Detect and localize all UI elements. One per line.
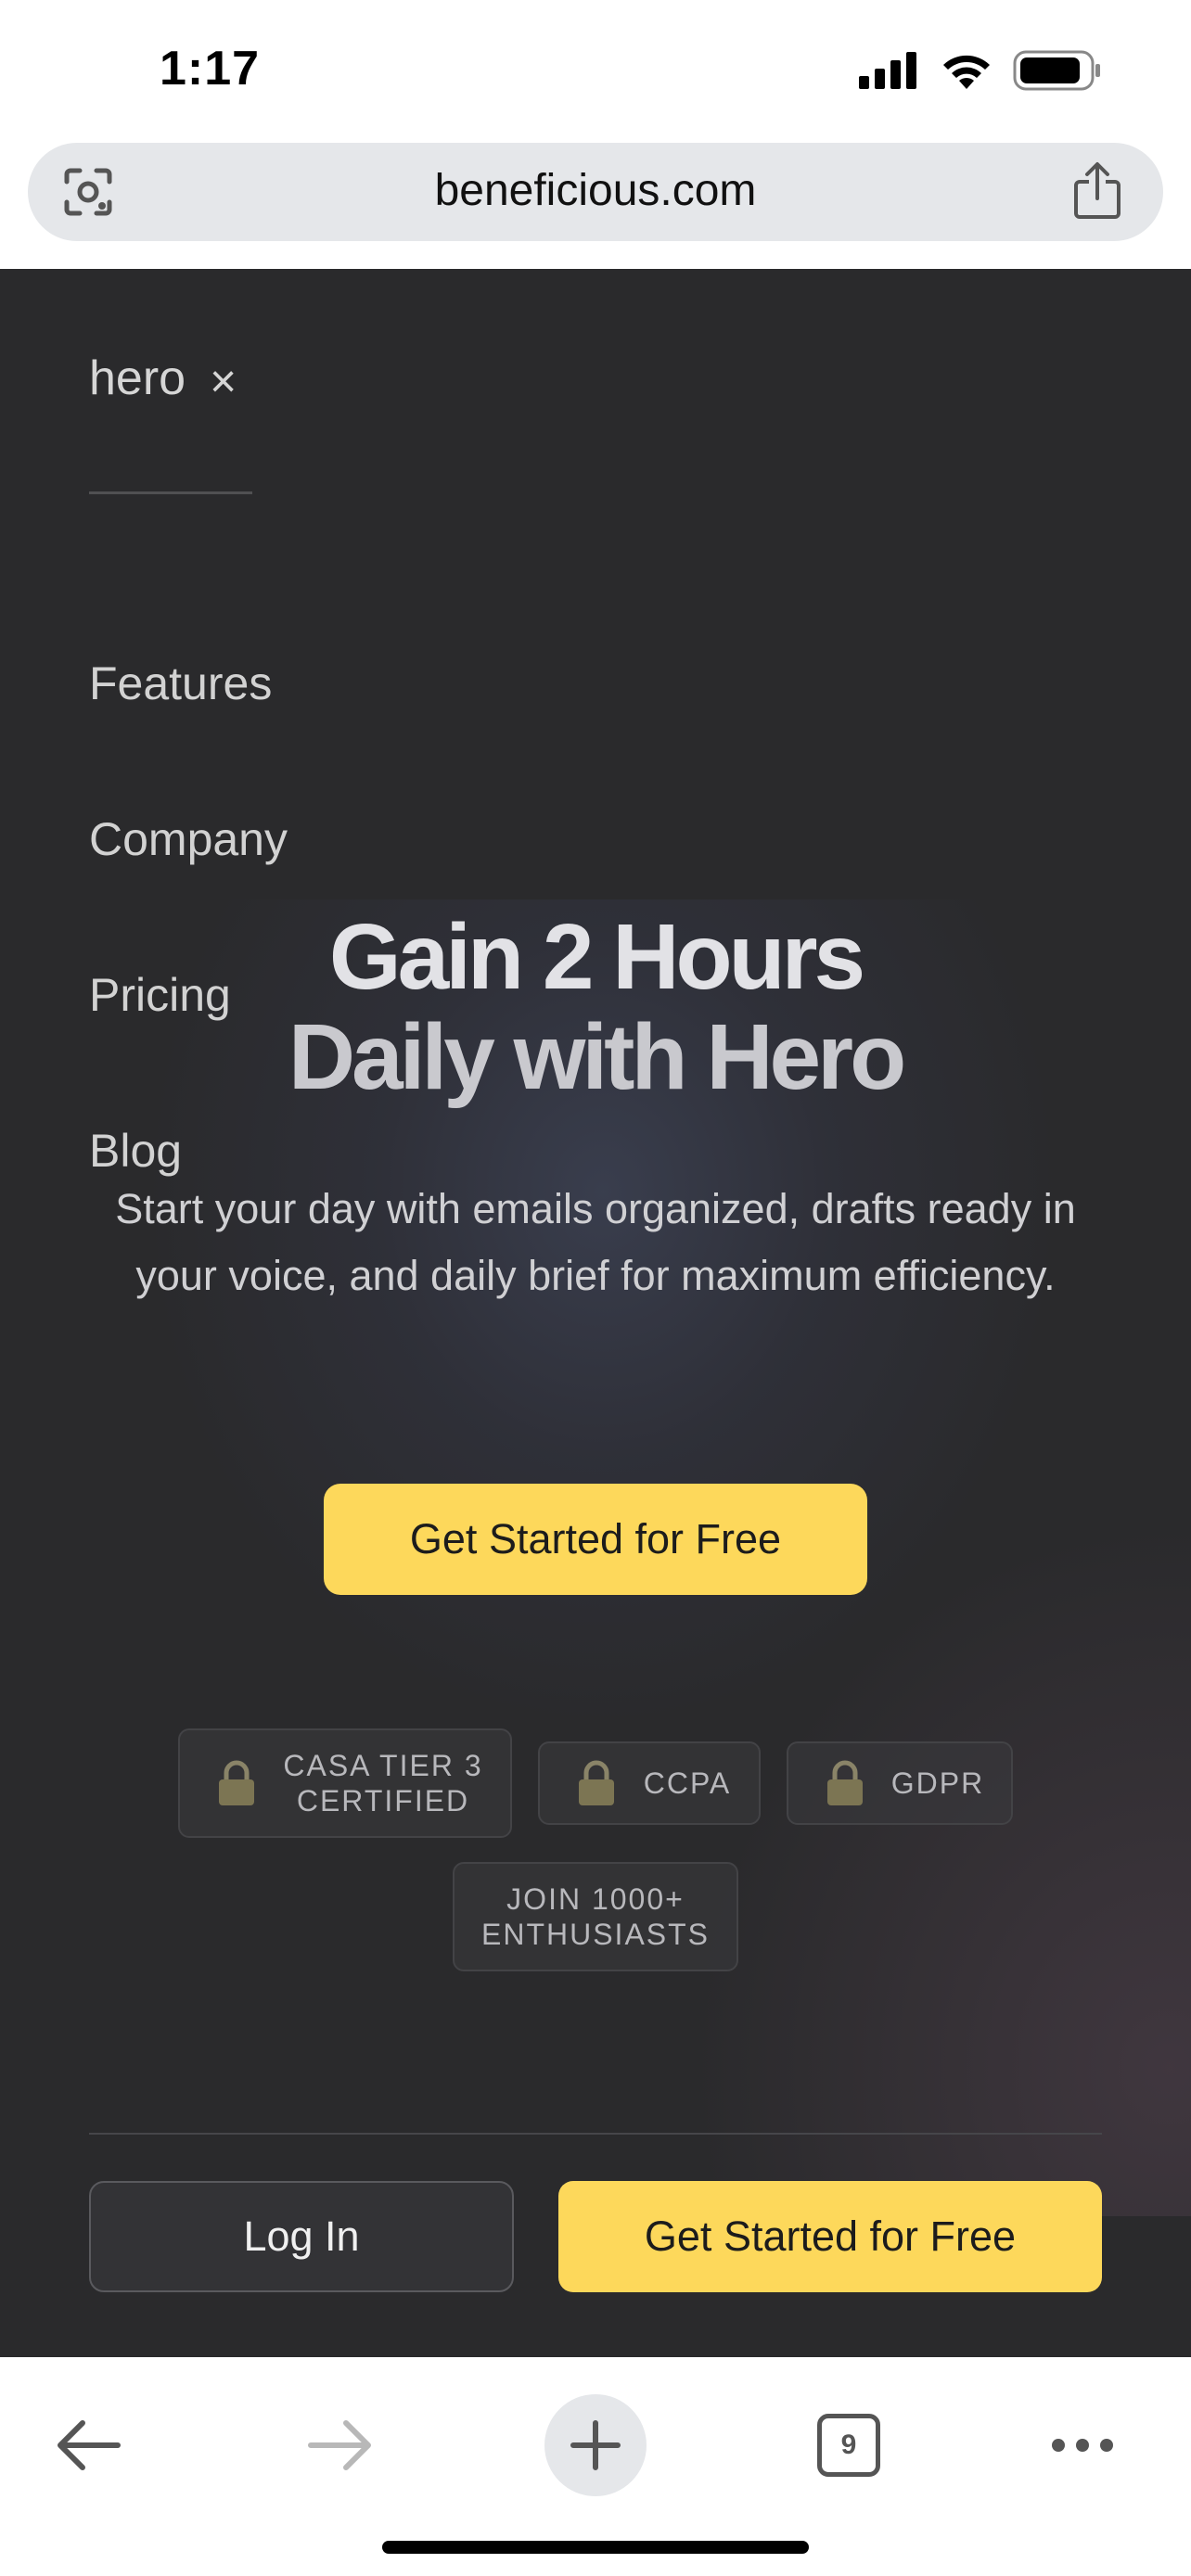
status-time: 1:17	[160, 42, 261, 96]
brand-logo[interactable]: hero	[89, 351, 186, 406]
badge-label: CCPA	[643, 1766, 732, 1800]
close-menu-icon[interactable]: ×	[210, 358, 237, 404]
badge-enthusiasts: JOIN 1000+ ENTHUSIASTS	[453, 1862, 738, 1971]
address-bar[interactable]: beneficious.com	[28, 143, 1163, 241]
more-dots-icon	[1052, 2439, 1113, 2452]
footer-divider	[89, 2133, 1102, 2135]
cellular-signal-icon	[859, 52, 916, 89]
menu-divider	[89, 491, 252, 494]
lock-icon	[219, 1760, 254, 1805]
lock-icon	[827, 1760, 863, 1805]
share-icon[interactable]	[1072, 161, 1122, 221]
badge-ccpa: CCPA	[538, 1741, 761, 1825]
tab-switcher-button[interactable]: 9	[798, 2394, 900, 2496]
back-button[interactable]	[37, 2394, 139, 2496]
badge-label: CASA TIER 3 CERTIFIED	[283, 1749, 483, 1817]
nav-item-company[interactable]: Company	[89, 812, 288, 866]
url-text[interactable]: beneficious.com	[28, 165, 1163, 216]
forward-button[interactable]	[289, 2394, 391, 2496]
get-started-button[interactable]: Get Started for Free	[324, 1484, 867, 1595]
badge-gdpr: GDPR	[787, 1741, 1013, 1825]
badge-label: JOIN 1000+ ENTHUSIASTS	[480, 1882, 711, 1951]
battery-icon	[1013, 50, 1100, 91]
status-bar: 1:17	[0, 0, 1191, 139]
new-tab-button[interactable]	[544, 2394, 647, 2496]
hero-title-line1: Gain 2 Hours	[328, 905, 865, 1009]
badge-label: GDPR	[890, 1766, 985, 1800]
home-indicator	[382, 2541, 809, 2554]
hero-title-line2: Daily with Hero	[288, 1005, 906, 1109]
log-in-button[interactable]: Log In	[89, 2181, 514, 2292]
nav-item-blog[interactable]: Blog	[89, 1124, 182, 1178]
plus-icon	[570, 2420, 621, 2470]
wifi-icon	[943, 55, 990, 89]
lock-icon	[579, 1760, 614, 1805]
more-options-button[interactable]	[1031, 2394, 1133, 2496]
badge-casa-tier-3: CASA TIER 3 CERTIFIED	[178, 1728, 512, 1838]
tab-count: 9	[817, 2414, 880, 2477]
nav-item-features[interactable]: Features	[89, 657, 272, 710]
hero-subtitle: Start your day with emails organized, dr…	[115, 1185, 1076, 1299]
footer-get-started-button[interactable]: Get Started for Free	[558, 2181, 1102, 2292]
forward-arrow-icon	[308, 2420, 371, 2470]
status-icons	[859, 50, 1102, 91]
back-arrow-icon	[58, 2420, 121, 2470]
page-content: hero × Features Company Pricing Blog Gai…	[0, 269, 1191, 2357]
